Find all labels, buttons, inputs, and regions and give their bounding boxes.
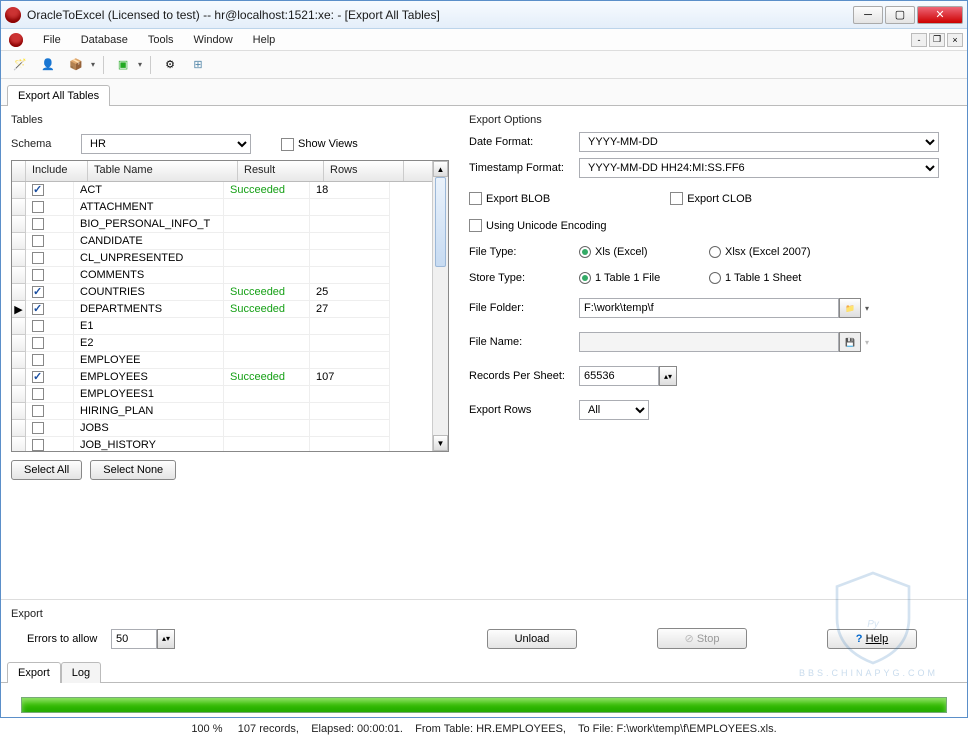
status-line: 100 % 107 records, Elapsed: 00:00:01. Fr… xyxy=(21,723,947,735)
exportrows-select[interactable]: All xyxy=(579,400,649,420)
unicode-checkbox[interactable]: Using Unicode Encoding xyxy=(469,219,606,232)
table-row[interactable]: EMPLOYEES Succeeded 107 xyxy=(12,369,432,386)
app-icon xyxy=(5,7,21,23)
table-row[interactable]: EMPLOYEE xyxy=(12,352,432,369)
table-row[interactable]: JOB_HISTORY xyxy=(12,437,432,451)
storetype-1sheet-radio[interactable]: 1 Table 1 Sheet xyxy=(709,272,801,284)
table-row[interactable]: JOBS xyxy=(12,420,432,437)
table-row[interactable]: BIO_PERSONAL_INFO_T xyxy=(12,216,432,233)
stop-button: ⊘ Stop xyxy=(657,628,747,649)
minimize-button[interactable]: ─ xyxy=(853,6,883,24)
tab-log[interactable]: Log xyxy=(61,662,101,683)
table-row[interactable]: ▶ DEPARTMENTS Succeeded 27 xyxy=(12,301,432,318)
timestamp-format-label: Timestamp Format: xyxy=(469,162,579,174)
unload-button[interactable]: Unload xyxy=(487,629,577,649)
watermark-text: BBS.CHINAPYG.COM xyxy=(799,668,938,678)
maximize-button[interactable]: ▢ xyxy=(885,6,915,24)
date-format-select[interactable]: YYYY-MM-DD xyxy=(579,132,939,152)
col-result[interactable]: Result xyxy=(238,161,324,181)
close-button[interactable]: ✕ xyxy=(917,6,963,24)
filename-dropdown: ▾ xyxy=(865,338,869,347)
wizard-icon[interactable]: 🪄 xyxy=(9,54,31,76)
svg-text:Py: Py xyxy=(867,619,880,630)
grid-scrollbar[interactable]: ▲ ▼ xyxy=(432,161,448,451)
run-icon[interactable]: ▣ xyxy=(112,54,134,76)
mdi-minimize[interactable]: - xyxy=(911,33,927,47)
mdi-restore[interactable]: ❐ xyxy=(929,33,945,47)
rps-input[interactable] xyxy=(579,366,659,386)
filetype-xlsx-radio[interactable]: Xlsx (Excel 2007) xyxy=(709,246,811,258)
export-clob-checkbox[interactable]: Export CLOB xyxy=(670,192,752,205)
scroll-down-button[interactable]: ▼ xyxy=(433,435,448,451)
errors-spin[interactable]: ▴▾ xyxy=(157,629,175,649)
tables-label: Tables xyxy=(11,114,449,126)
exportrows-label: Export Rows xyxy=(469,404,579,416)
col-tablename[interactable]: Table Name xyxy=(88,161,238,181)
menu-help[interactable]: Help xyxy=(245,32,284,48)
col-include[interactable]: Include xyxy=(26,161,88,181)
export-blob-checkbox[interactable]: Export BLOB xyxy=(469,192,550,205)
scroll-up-button[interactable]: ▲ xyxy=(433,161,448,177)
mdi-close[interactable]: × xyxy=(947,33,963,47)
filename-input[interactable] xyxy=(579,332,839,352)
table-row[interactable]: CL_UNPRESENTED xyxy=(12,250,432,267)
tables-grid[interactable]: Include Table Name Result Rows ACT Succe… xyxy=(11,160,449,452)
errors-input[interactable] xyxy=(111,629,157,649)
table-row[interactable]: ACT Succeeded 18 xyxy=(12,182,432,199)
menu-tools[interactable]: Tools xyxy=(140,32,182,48)
select-all-button[interactable]: Select All xyxy=(11,460,82,480)
table-row[interactable]: COMMENTS xyxy=(12,267,432,284)
table-row[interactable]: ATTACHMENT xyxy=(12,199,432,216)
rps-spin[interactable]: ▴▾ xyxy=(659,366,677,386)
menu-window[interactable]: Window xyxy=(186,32,241,48)
app-menu-icon[interactable] xyxy=(9,33,23,47)
filetype-xls-radio[interactable]: Xls (Excel) xyxy=(579,246,709,258)
menu-file[interactable]: File xyxy=(35,32,69,48)
table-row[interactable]: HIRING_PLAN xyxy=(12,403,432,420)
schema-label: Schema xyxy=(11,138,81,150)
browse-folder-button[interactable]: 📁 xyxy=(839,298,861,318)
export-label: Export xyxy=(11,608,957,620)
document-tabs: Export All Tables xyxy=(1,79,967,105)
date-format-label: Date Format: xyxy=(469,136,579,148)
scroll-thumb[interactable] xyxy=(435,177,446,267)
table-row[interactable]: E1 xyxy=(12,318,432,335)
tab-export-all-tables[interactable]: Export All Tables xyxy=(7,85,110,106)
progress-bar xyxy=(21,697,947,713)
titlebar[interactable]: OracleToExcel (Licensed to test) -- hr@l… xyxy=(1,1,967,29)
menu-database[interactable]: Database xyxy=(73,32,136,48)
errors-label: Errors to allow xyxy=(11,633,111,645)
storetype-1file-radio[interactable]: 1 Table 1 File xyxy=(579,272,709,284)
folder-label: File Folder: xyxy=(469,302,579,314)
toolbar: 🪄 👤 📦▾ ▣▾ ⚙ ⊞ xyxy=(1,51,967,79)
export-options-label: Export Options xyxy=(469,114,957,126)
folder-input[interactable] xyxy=(579,298,839,318)
col-rows[interactable]: Rows xyxy=(324,161,404,181)
table-row[interactable]: E2 xyxy=(12,335,432,352)
export-tables-icon[interactable]: 📦 xyxy=(65,54,87,76)
folder-dropdown[interactable]: ▾ xyxy=(865,304,869,313)
table-row[interactable]: CANDIDATE xyxy=(12,233,432,250)
select-none-button[interactable]: Select None xyxy=(90,460,176,480)
table-row[interactable]: EMPLOYEES1 xyxy=(12,386,432,403)
tab-export[interactable]: Export xyxy=(7,662,61,683)
table-row[interactable]: COUNTRIES Succeeded 25 xyxy=(12,284,432,301)
menubar: File Database Tools Window Help - ❐ × xyxy=(1,29,967,51)
schema-select[interactable]: HR xyxy=(81,134,251,154)
watermark-shield-icon: Py xyxy=(828,568,918,668)
browse-file-button: 💾 xyxy=(839,332,861,352)
options-icon[interactable]: ⚙ xyxy=(159,54,181,76)
filetype-label: File Type: xyxy=(469,246,579,258)
show-views-checkbox[interactable]: Show Views xyxy=(281,138,358,151)
person-icon[interactable]: 👤 xyxy=(37,54,59,76)
list-icon[interactable]: ⊞ xyxy=(187,54,209,76)
rps-label: Records Per Sheet: xyxy=(469,370,579,382)
filename-label: File Name: xyxy=(469,336,579,348)
storetype-label: Store Type: xyxy=(469,272,579,284)
window-title: OracleToExcel (Licensed to test) -- hr@l… xyxy=(27,8,853,22)
timestamp-format-select[interactable]: YYYY-MM-DD HH24:MI:SS.FF6 xyxy=(579,158,939,178)
